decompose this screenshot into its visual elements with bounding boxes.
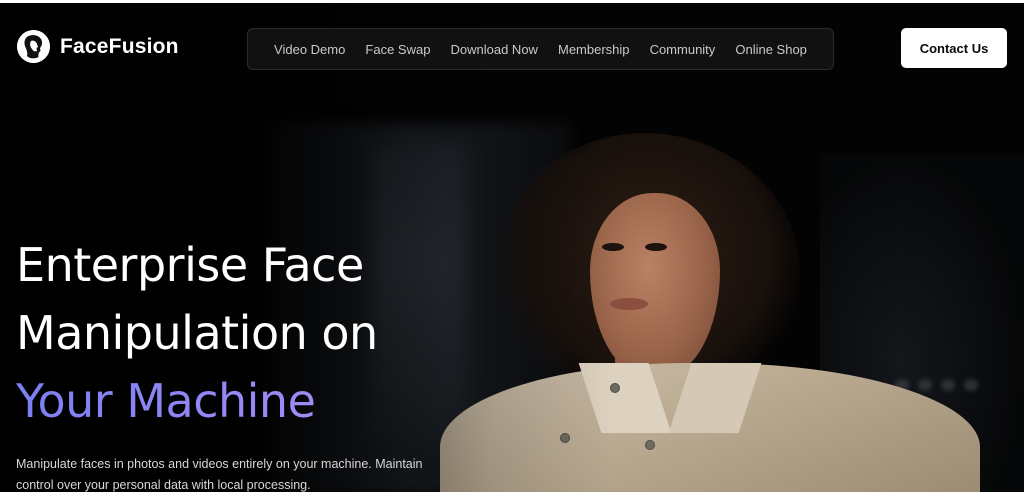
- site-header: FaceFusion Video Demo Face Swap Download…: [0, 3, 1024, 95]
- main-nav: Video Demo Face Swap Download Now Member…: [247, 28, 834, 70]
- hero-title-accent: Your Machine: [16, 367, 496, 435]
- nav-item-video-demo[interactable]: Video Demo: [274, 42, 345, 57]
- landing-page: FaceFusion Video Demo Face Swap Download…: [0, 0, 1024, 492]
- face-profile-icon: [17, 30, 50, 63]
- hero-title: Enterprise Face Manipulation on Your Mac…: [16, 231, 496, 435]
- contact-us-button[interactable]: Contact Us: [901, 28, 1007, 68]
- brand-name: FaceFusion: [60, 34, 179, 58]
- brand-logo[interactable]: FaceFusion: [17, 30, 179, 63]
- nav-item-download-now[interactable]: Download Now: [451, 42, 538, 57]
- hero-title-line: Manipulation on: [16, 306, 378, 360]
- nav-item-membership[interactable]: Membership: [558, 42, 630, 57]
- nav-item-community[interactable]: Community: [650, 42, 716, 57]
- hero-title-line: Enterprise Face: [16, 238, 364, 292]
- hero-description: Manipulate faces in photos and videos en…: [16, 457, 423, 492]
- nav-item-face-swap[interactable]: Face Swap: [365, 42, 430, 57]
- nav-item-online-shop[interactable]: Online Shop: [735, 42, 807, 57]
